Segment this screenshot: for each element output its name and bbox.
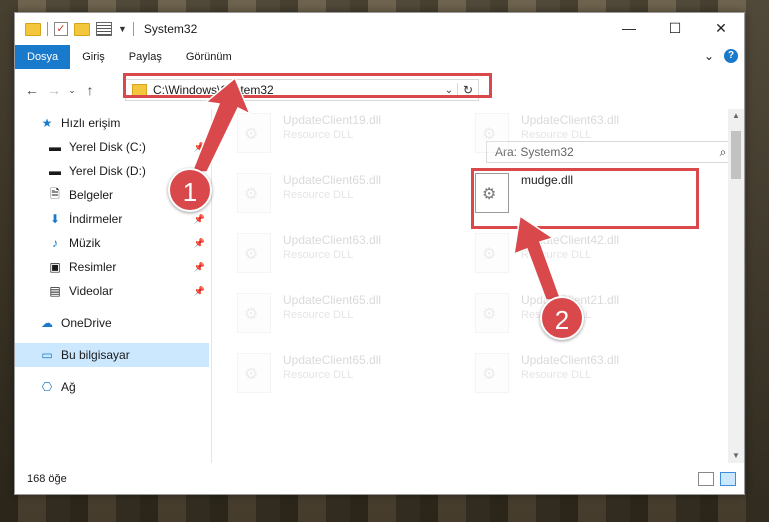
- annotation-arrows: [190, 76, 563, 301]
- step-badge-2: 2: [540, 296, 584, 340]
- step-badge-1: 1: [168, 168, 212, 212]
- arrow-2: [513, 214, 563, 301]
- arrow-1: [190, 76, 252, 173]
